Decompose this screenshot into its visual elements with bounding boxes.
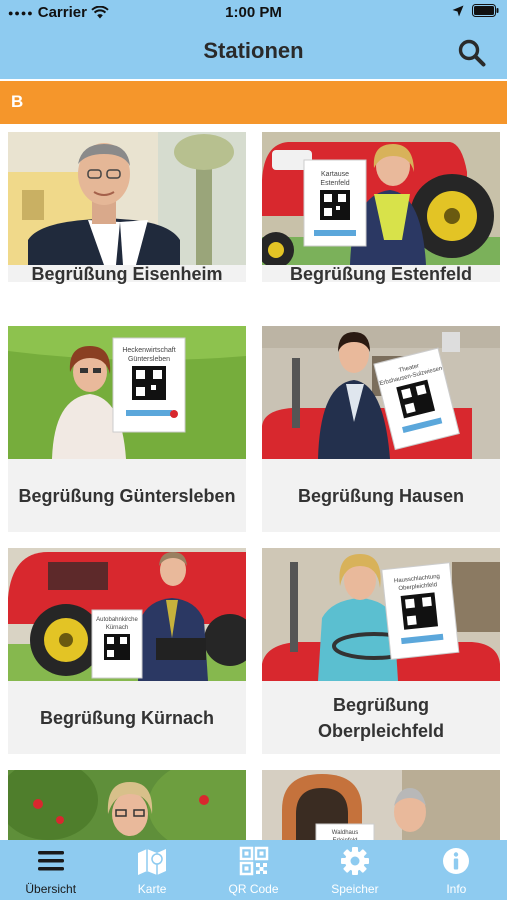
station-title: Begrüßung Oberpleichfeld	[317, 694, 445, 741]
station-photo: Autobahnkirche Kürnach	[8, 548, 246, 681]
navigation-bar: Stationen	[0, 30, 507, 76]
station-title: Begrüßung Güntersleben	[18, 485, 236, 506]
station-photo: Waldhaus Erleinfeld	[262, 770, 500, 840]
search-icon	[458, 39, 486, 67]
map-icon	[138, 849, 167, 875]
station-card[interactable]: Hausschlachtung Oberpleichfeld Begrüßung…	[262, 548, 500, 754]
station-card[interactable]: Waldhaus Erleinfeld	[262, 770, 500, 840]
section-letter: B	[11, 92, 24, 111]
battery-icon	[472, 4, 499, 17]
station-photo: Theater Erbshausen-Sulzwiesen	[262, 326, 500, 459]
tab-label: Karte	[137, 882, 167, 896]
station-photo	[8, 770, 246, 840]
menu-icon	[37, 851, 64, 871]
station-card[interactable]	[8, 770, 246, 840]
search-button[interactable]	[457, 38, 487, 68]
station-photo: Heckenwirtschaft Güntersleben	[8, 326, 246, 459]
tab-label: QR Code	[228, 882, 279, 896]
station-title: Begrüßung Estenfeld	[289, 263, 472, 284]
tab-info[interactable]: Info	[406, 840, 507, 900]
station-card[interactable]: Kartause Estenfeld Begrüßung Estenfeld	[262, 132, 500, 284]
station-card[interactable]: Heckenwirtschaft Güntersleben Begrüßung …	[8, 326, 246, 532]
station-card[interactable]: Autobahnkirche Kürnach Begrüßung Kürnach	[8, 548, 246, 754]
station-card[interactable]: Begrüßung Eisenheim	[8, 132, 246, 284]
station-photo	[8, 132, 246, 265]
tab-label: Übersicht	[25, 882, 77, 896]
station-grid: Begrüßung Eisenheim Kartause Estenfeld B…	[0, 124, 507, 840]
section-header: B	[0, 81, 507, 124]
tab-label: Speicher	[331, 882, 379, 896]
svg-text:Kürnach: Kürnach	[106, 625, 128, 631]
tab-karte[interactable]: Karte	[101, 840, 202, 900]
station-card[interactable]: Theater Erbshausen-Sulzwiesen Begrüßung …	[262, 326, 500, 532]
tab-bar: Übersicht Karte QR Code Speicher Info	[0, 840, 507, 900]
sign-text: Kartause	[321, 171, 349, 178]
svg-text:Waldhaus: Waldhaus	[332, 830, 358, 836]
tab-speicher[interactable]: Speicher	[304, 840, 405, 900]
station-title: Begrüßung Hausen	[297, 485, 464, 506]
info-icon	[443, 848, 470, 874]
svg-text:Autobahnkirche: Autobahnkirche	[96, 617, 138, 623]
tab-label: Info	[446, 882, 467, 896]
svg-text:Heckenwirtschaft: Heckenwirtschaft	[122, 347, 175, 354]
location-arrow-icon	[452, 5, 464, 16]
svg-text:Güntersleben: Güntersleben	[128, 356, 170, 363]
station-photo: Kartause Estenfeld	[262, 132, 500, 265]
station-photo: Hausschlachtung Oberpleichfeld	[262, 548, 500, 681]
tab-uebersicht[interactable]: Übersicht	[0, 840, 101, 900]
clock: 1:00 PM	[225, 4, 282, 21]
page-title: Stationen	[203, 38, 304, 63]
tab-qr-code[interactable]: QR Code	[203, 840, 304, 900]
station-title: Begrüßung Kürnach	[40, 707, 214, 728]
station-title: Begrüßung Eisenheim	[31, 263, 223, 284]
qr-code-icon	[239, 846, 268, 876]
svg-text:Estenfeld: Estenfeld	[320, 180, 349, 187]
gear-icon	[340, 847, 369, 875]
status-bar: ●●●● Carrier 1:00 PM	[0, 0, 507, 26]
